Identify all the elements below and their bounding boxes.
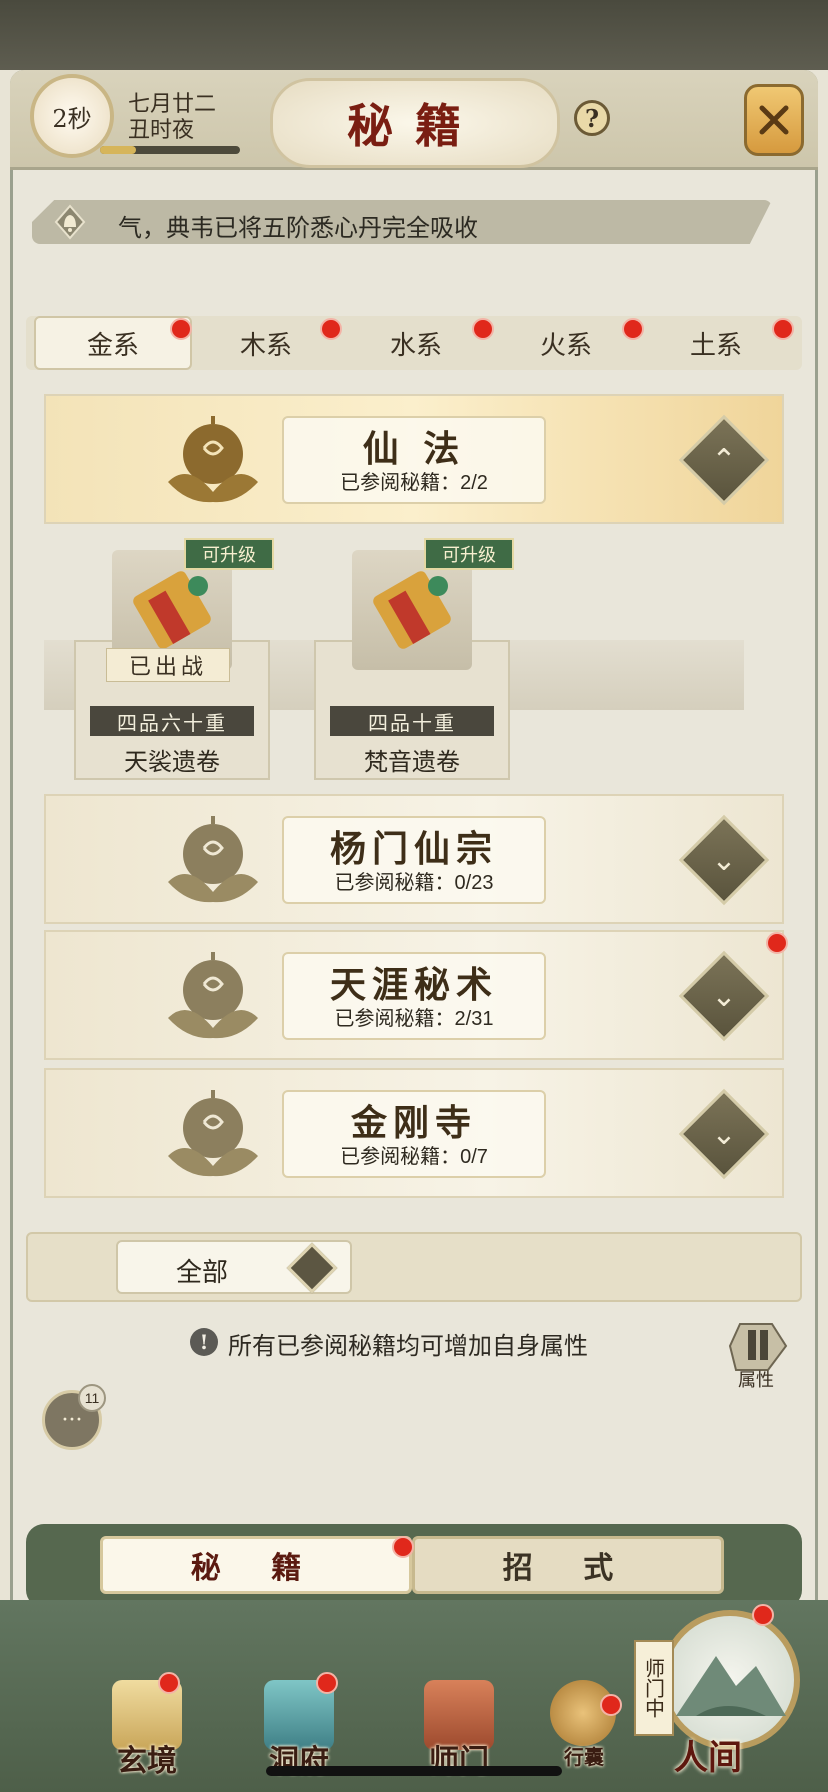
tab-earth[interactable]: 土系: [646, 316, 786, 370]
help-icon[interactable]: ?: [574, 100, 610, 136]
tab-secret-books[interactable]: 秘 籍: [100, 1536, 412, 1594]
section-header-tianya[interactable]: 天涯秘术 已参阅秘籍：2/31 ⌄: [44, 930, 784, 1060]
red-dot-indicator: [158, 1672, 180, 1694]
book-name: 梵音遗卷: [364, 749, 460, 776]
book-grade: 四品十重: [330, 706, 494, 736]
world-status-tag: 师门中: [634, 1640, 674, 1736]
world-label: 人间: [674, 1738, 742, 1778]
deployed-label: 已出战: [106, 648, 230, 682]
section-header-xianfa[interactable]: 仙 法 已参阅秘籍：2/2 ⌃: [44, 394, 784, 524]
tab-wood[interactable]: 木系: [196, 316, 336, 370]
red-dot-indicator: [170, 318, 192, 340]
book-card[interactable]: 可升级 四品十重 梵音遗卷: [304, 530, 520, 780]
chat-bubble-icon: ···: [61, 1407, 83, 1433]
red-dot-indicator: [752, 1604, 774, 1626]
lotus-emblem-icon: [168, 952, 258, 1039]
close-button[interactable]: [744, 84, 804, 156]
tab-metal[interactable]: 金系: [34, 316, 192, 370]
chevron-down-icon: ⌄: [711, 978, 737, 1014]
red-dot-indicator: [600, 1694, 622, 1716]
tab-moves[interactable]: 招 式: [412, 1536, 724, 1594]
expand-button[interactable]: ⌄: [678, 1088, 770, 1180]
red-dot-indicator: [766, 932, 788, 954]
red-dot-indicator: [320, 318, 342, 340]
tab-water[interactable]: 水系: [346, 316, 486, 370]
attributes-label: 属性: [738, 1370, 774, 1391]
section-title: 杨门仙宗: [329, 828, 498, 870]
collapse-button[interactable]: ⌃: [678, 414, 770, 506]
world-button[interactable]: [660, 1610, 800, 1750]
notice-text: 气，典韦已将五阶悉心丹完全吸收: [118, 215, 478, 242]
book-card[interactable]: 可升级 已出战 四品六十重 天裟遗卷: [64, 530, 280, 780]
section-title: 仙 法: [362, 428, 466, 470]
red-dot-indicator: [316, 1672, 338, 1694]
red-dot-indicator: [622, 318, 644, 340]
section-header-yangmen[interactable]: 杨门仙宗 已参阅秘籍：0/23 ⌄: [44, 794, 784, 924]
section-progress: 已参阅秘籍：2/31: [334, 1008, 494, 1030]
upgradable-badge: 可升级: [184, 538, 274, 570]
book-grade: 四品六十重: [90, 706, 254, 736]
game-time: 丑时夜: [128, 118, 195, 143]
info-icon: !: [190, 1328, 218, 1356]
nav-xingnang[interactable]: 行囊: [536, 1680, 632, 1780]
page-title: 秘籍: [270, 78, 560, 168]
lotus-emblem-icon: [168, 816, 258, 903]
book-name: 天裟遗卷: [124, 749, 220, 776]
section-header-jingang[interactable]: 金刚寺 已参阅秘籍：0/7 ⌄: [44, 1068, 784, 1198]
upgradable-badge: 可升级: [424, 538, 514, 570]
chevron-up-icon: ⌃: [711, 442, 737, 478]
nav-xuanjing[interactable]: 玄境: [92, 1680, 202, 1780]
home-indicator: [266, 1766, 562, 1776]
lotus-emblem-icon: [168, 416, 258, 503]
chevron-down-icon: ⌄: [711, 842, 737, 878]
red-dot-indicator: [392, 1536, 414, 1558]
bell-icon: [54, 204, 86, 240]
expand-button[interactable]: ⌄: [678, 814, 770, 906]
mountain-icon: [676, 1656, 786, 1716]
section-title: 天涯秘术: [329, 964, 498, 1006]
nav-label: 玄境: [117, 1744, 177, 1779]
close-icon: [759, 105, 789, 135]
section-progress: 已参阅秘籍：0/7: [340, 1146, 488, 1168]
nav-shimen[interactable]: 师门: [404, 1680, 514, 1780]
red-dot-indicator: [772, 318, 794, 340]
hint-text: 所有已参阅秘籍均可增加自身属性: [228, 1333, 588, 1360]
time-progress-fill: [100, 146, 136, 154]
lotus-emblem-icon: [168, 1090, 258, 1177]
section-title: 金刚寺: [350, 1102, 477, 1144]
top-band: [0, 0, 828, 70]
filter-label: 全部: [176, 1257, 229, 1287]
tab-fire[interactable]: 火系: [496, 316, 636, 370]
chevron-down-icon: ⌄: [711, 1116, 737, 1152]
section-progress: 已参阅秘籍：0/23: [334, 872, 494, 894]
section-progress: 已参阅秘籍：2/2: [340, 472, 488, 494]
chat-count-badge: 11: [78, 1384, 106, 1412]
expand-button[interactable]: ⌄: [678, 950, 770, 1042]
red-dot-indicator: [472, 318, 494, 340]
nav-dongfu[interactable]: 洞府: [244, 1680, 354, 1780]
